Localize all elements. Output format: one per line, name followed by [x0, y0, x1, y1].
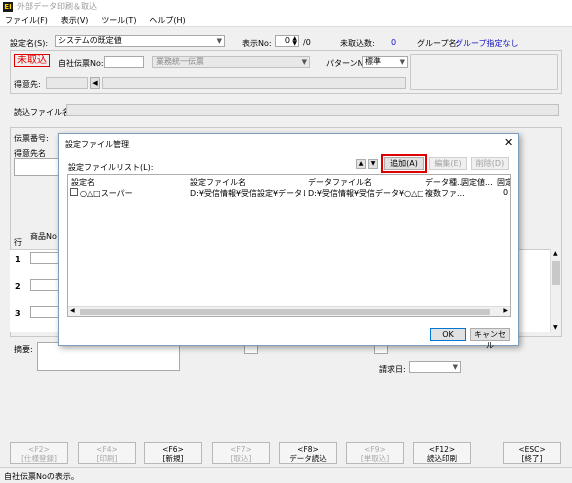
list-hscrollbar[interactable]: ◀ ▶	[68, 306, 510, 316]
customer-code-input	[46, 77, 88, 89]
display-no-input[interactable]: 0 ▲ ▼	[275, 35, 299, 47]
ok-button[interactable]: OK	[430, 328, 466, 341]
row-data-type: 複数ファ...	[425, 189, 465, 198]
f2-button[interactable]: <F2> [仕様登録]	[10, 442, 68, 464]
f4-button[interactable]: <F4> [印刷]	[78, 442, 136, 464]
billing-date-label: 請求日:	[379, 365, 406, 374]
scroll-down-icon[interactable]: ▼	[553, 324, 558, 331]
own-slip-label: 自社伝票No:	[58, 59, 104, 68]
app-icon: EI	[3, 2, 13, 12]
menu-bar: ファイル(F) 表示(V) ツール(T) ヘルプ(H)	[0, 14, 572, 27]
list-label: 設定ファイルリスト(L):	[68, 163, 154, 172]
untaken-label: 未取込数:	[340, 39, 375, 48]
arrow-up-icon: ▲	[358, 160, 364, 167]
dialog-title: 設定ファイル管理	[65, 140, 129, 149]
untaken-value: 0	[391, 38, 397, 47]
slip-no-label: 伝票番号:	[14, 134, 49, 143]
settings-file-list[interactable]: 設定名 設定ファイル名 データファイル名 データ種... 固定値... 固定ｲ …	[67, 174, 511, 317]
row-number: 3	[15, 309, 21, 318]
row-number: 1	[15, 255, 21, 264]
menu-view[interactable]: 表示(V)	[56, 14, 94, 27]
f12-read-print-button[interactable]: <F12> 読込印刷	[413, 442, 471, 464]
f7-button[interactable]: <F7> [取込]	[212, 442, 270, 464]
f9-button[interactable]: <F9> [単取込]	[346, 442, 404, 464]
menu-tools[interactable]: ツール(T)	[96, 14, 141, 27]
billing-date-select[interactable]: ▼	[409, 361, 461, 373]
close-icon[interactable]: ✕	[504, 136, 513, 149]
row-checkbox[interactable]	[70, 188, 78, 196]
product-header: 商品No	[30, 232, 57, 241]
status-bar: 自社伝票Noの表示。	[0, 467, 572, 483]
scroll-up-icon[interactable]: ▲	[553, 250, 558, 257]
own-slip-input[interactable]	[104, 56, 144, 68]
status-text: 自社伝票Noの表示。	[4, 472, 79, 481]
group-value: グループ指定なし	[455, 39, 519, 48]
chevron-down-icon: ▼	[216, 37, 222, 45]
customer-search-button[interactable]: ◀	[90, 77, 100, 89]
chevron-down-icon: ▼	[452, 363, 458, 371]
display-no-label: 表示No:	[242, 39, 272, 48]
scroll-thumb[interactable]	[80, 309, 490, 315]
status-badge: 未取込	[14, 54, 50, 67]
product-input[interactable]	[30, 252, 60, 264]
f8-read-data-button[interactable]: <F8> データ読込	[279, 442, 337, 464]
table-row[interactable]: ○△□スーパー D:¥受信情報¥受信設定¥データレイア... D:¥受信情報¥受…	[68, 187, 510, 199]
delete-button[interactable]: 削除(D)	[471, 157, 509, 170]
read-file-input	[66, 104, 559, 116]
row-data-file: D:¥受信情報¥受信データ¥○△□ス...	[308, 189, 423, 198]
f6-new-button[interactable]: <F6> [新規]	[144, 442, 202, 464]
pattern-select[interactable]: 標準 ▼	[362, 56, 408, 68]
product-input[interactable]	[30, 306, 60, 318]
scroll-left-icon[interactable]: ◀	[70, 307, 75, 314]
settings-value: システムの既定値	[58, 36, 122, 45]
row-name: ○△□スーパー	[80, 189, 133, 198]
arrow-left-icon: ◀	[92, 79, 98, 87]
group-label: グループ名:	[417, 39, 460, 48]
title-bar: EI 外部データ印刷＆取込	[0, 0, 572, 14]
move-up-button[interactable]: ▲	[356, 159, 366, 169]
info-box	[410, 54, 558, 90]
row-number: 2	[15, 282, 21, 291]
grid-scrollbar[interactable]: ▲ ▼	[550, 249, 561, 332]
settings-label: 設定名(S):	[10, 39, 49, 48]
window-title: 外部データ印刷＆取込	[17, 2, 97, 11]
chevron-down-icon: ▼	[399, 58, 405, 66]
arrow-down-icon: ▼	[370, 160, 376, 167]
business-select: 業務統一伝票 ▼	[152, 56, 310, 68]
spinner-icon[interactable]: ▲ ▼	[292, 36, 297, 47]
cancel-button[interactable]: キャンセル	[470, 328, 510, 350]
chevron-down-icon: ▼	[301, 58, 307, 66]
customer-name-box[interactable]	[14, 158, 60, 176]
move-down-button[interactable]: ▼	[368, 159, 378, 169]
row-header: 行	[14, 238, 22, 247]
menu-file[interactable]: ファイル(F)	[0, 14, 53, 27]
memo-label: 摘要:	[14, 345, 33, 354]
edit-button[interactable]: 編集(E)	[429, 157, 467, 170]
customer-name-display	[102, 77, 406, 89]
scroll-thumb[interactable]	[552, 261, 560, 285]
read-file-label: 読込ファイル名:	[14, 108, 73, 117]
scroll-right-icon[interactable]: ▶	[503, 307, 508, 314]
display-no-total: /0	[303, 38, 311, 47]
settings-file-dialog: 設定ファイル管理 ✕ 設定ファイルリスト(L): ▲ ▼ 追加(A) 編集(E)…	[58, 133, 519, 350]
row-settings-file: D:¥受信情報¥受信設定¥データレイア...	[190, 189, 305, 198]
product-input[interactable]	[30, 279, 60, 291]
menu-help[interactable]: ヘルプ(H)	[144, 14, 190, 27]
memo-box[interactable]	[37, 342, 180, 371]
customer-label: 得意先:	[14, 80, 41, 89]
esc-exit-button[interactable]: <ESC> [終了]	[503, 442, 561, 464]
row-fixed-extra: 0	[503, 188, 509, 197]
add-button[interactable]: 追加(A)	[381, 154, 427, 173]
settings-select[interactable]: システムの既定値 ▼	[55, 35, 225, 47]
